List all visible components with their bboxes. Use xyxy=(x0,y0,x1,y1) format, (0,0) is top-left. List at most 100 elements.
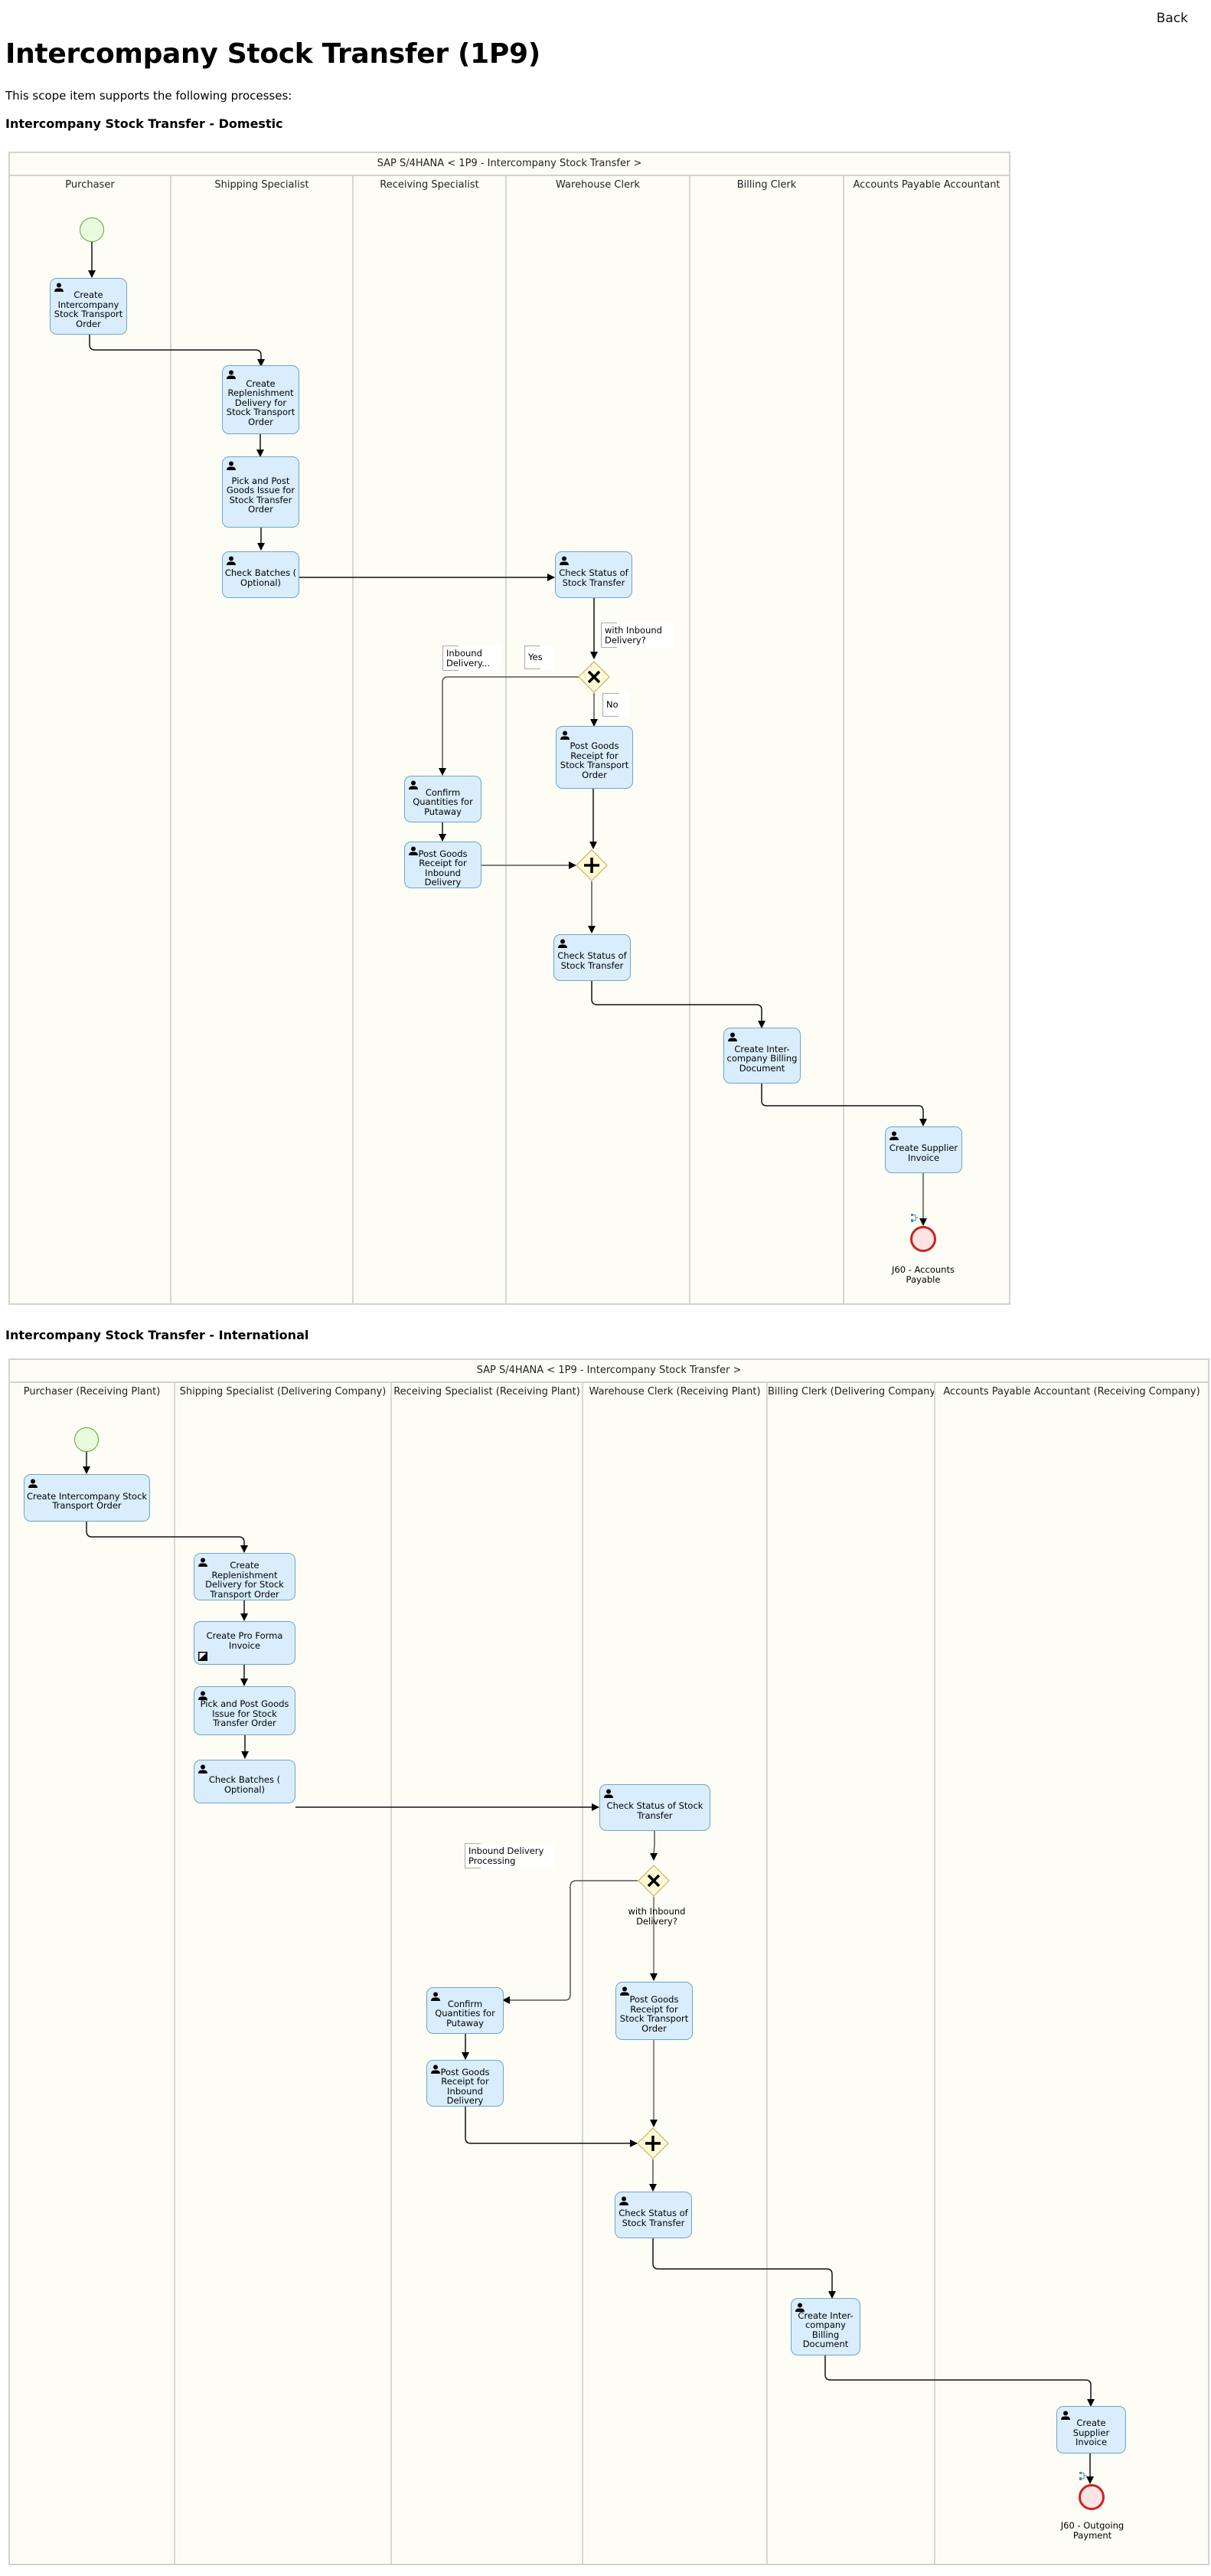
end-event[interactable] xyxy=(1079,2484,1105,2510)
task-label: Check Batches ( Optional) xyxy=(208,1774,281,1795)
gateway-label: with Inbound Delivery? xyxy=(628,1906,686,1927)
lane-label: Billing Clerk xyxy=(736,179,797,191)
pool-header: SAP S/4HANA < 1P9 - Intercompany Stock T… xyxy=(10,1360,1208,1383)
lane-label: Receiving Specialist xyxy=(380,179,479,191)
lane-label: Warehouse Clerk (Receiving Plant) xyxy=(589,1386,761,1398)
task-create-billing-document[interactable]: Create Inter- company Billing Document xyxy=(791,2298,860,2355)
task-label: Post Goods Receipt for Stock Transport O… xyxy=(619,1994,689,2034)
user-icon xyxy=(620,1986,629,1996)
task-create-replenishment-delivery[interactable]: Create Replenishment Delivery for Stock … xyxy=(222,365,299,434)
lane-accounts-payable-receiving: Accounts Payable Accountant (Receiving C… xyxy=(935,1383,1208,2564)
task-label: Check Status of Stock Transfer xyxy=(619,2208,688,2228)
exclusive-gateway[interactable] xyxy=(578,661,610,693)
task-pick-post-goods-issue[interactable]: Pick and Post Goods Issue for Stock Tran… xyxy=(194,1686,295,1735)
task-label: Create Replenishment Delivery for Stock … xyxy=(205,1560,284,1600)
task-confirm-quantities[interactable]: Confirm Quantities for Putaway xyxy=(404,776,481,822)
lane-label: Receiving Specialist (Receiving Plant) xyxy=(393,1386,580,1398)
end-event-label: J60 - Outgoing Payment xyxy=(1060,2520,1124,2541)
task-create-sto[interactable]: Create Intercompany Stock Transport Orde… xyxy=(50,278,127,335)
task-label: Pick and Post Goods Issue for Stock Tran… xyxy=(200,1698,289,1729)
task-pick-post-goods-issue[interactable]: Pick and Post Goods Issue for Stock Tran… xyxy=(222,456,299,528)
lane-purchaser: Purchaser xyxy=(10,176,171,1303)
task-create-pro-forma-invoice[interactable]: Create Pro Forma Invoice xyxy=(194,1621,295,1665)
user-icon xyxy=(619,2196,628,2205)
task-post-gr-inbound[interactable]: Post Goods Receipt for Inbound Delivery xyxy=(426,2060,504,2107)
task-check-status-stock-transfer-2[interactable]: Check Status of Stock Transfer xyxy=(615,2192,692,2238)
task-label: Check Status of Stock Transfer xyxy=(606,1800,703,1821)
user-icon xyxy=(198,1764,207,1773)
annotation-with-inbound-delivery: with Inbound Delivery? xyxy=(601,623,673,648)
task-create-supplier-invoice[interactable]: Create Supplier Invoice xyxy=(1056,2406,1126,2453)
task-label: Create Inter- company Billing Document xyxy=(798,2310,854,2349)
end-event[interactable] xyxy=(910,1226,936,1252)
back-link[interactable]: Back xyxy=(1157,11,1188,26)
task-confirm-quantities[interactable]: Confirm Quantities for Putaway xyxy=(426,1987,504,2034)
start-event[interactable] xyxy=(80,217,104,242)
annotation-no: No xyxy=(602,693,629,717)
user-icon xyxy=(227,370,236,379)
parallel-gateway[interactable] xyxy=(637,2127,669,2159)
task-label: Confirm Quantities for Putaway xyxy=(435,1998,495,2028)
pool-domestic: SAP S/4HANA < 1P9 - Intercompany Stock T… xyxy=(8,152,1010,1305)
lane-receiving-specialist: Receiving Specialist xyxy=(354,176,507,1303)
exclusive-gateway[interactable] xyxy=(638,1865,670,1897)
parallel-gateway[interactable] xyxy=(576,849,608,881)
annotation-inbound-delivery-processing: Inbound Delivery Processing xyxy=(465,1843,555,1868)
user-icon xyxy=(558,939,567,948)
task-check-batches[interactable]: Check Batches ( Optional) xyxy=(194,1760,295,1803)
task-check-status-stock-transfer[interactable]: Check Status of Stock Transfer xyxy=(599,1784,710,1831)
task-check-batches[interactable]: Check Batches ( Optional) xyxy=(222,551,299,598)
task-label: Check Batches ( Optional) xyxy=(224,567,297,588)
user-icon xyxy=(728,1032,737,1041)
user-icon xyxy=(198,1558,207,1567)
lane-label: Billing Clerk (Delivering Company) xyxy=(768,1386,934,1398)
user-icon xyxy=(1061,2411,1070,2420)
task-post-gr-sto[interactable]: Post Goods Receipt for Stock Transport O… xyxy=(556,726,633,789)
user-icon xyxy=(54,283,64,292)
lane-billing-clerk-delivering: Billing Clerk (Delivering Company) xyxy=(768,1383,935,2564)
task-label: Create Intercompany Stock Transport Orde… xyxy=(54,289,123,329)
lane-label: Shipping Specialist (Delivering Company) xyxy=(179,1386,387,1398)
lane-billing-clerk: Billing Clerk xyxy=(690,176,844,1303)
user-icon xyxy=(431,1992,440,2001)
start-event[interactable] xyxy=(74,1427,99,1452)
task-post-gr-inbound[interactable]: Post Goods Receipt for Inbound Delivery xyxy=(404,842,481,888)
user-icon xyxy=(198,1691,207,1700)
task-create-sto[interactable]: Create Intercompany Stock Transport Orde… xyxy=(24,1474,150,1522)
lane-label: Warehouse Clerk xyxy=(556,179,640,191)
task-create-billing-document[interactable]: Create Inter- company Billing Document xyxy=(723,1028,801,1084)
task-post-gr-sto[interactable]: Post Goods Receipt for Stock Transport O… xyxy=(615,1982,693,2040)
manual-task-icon xyxy=(198,1652,207,1661)
task-label: Create Intercompany Stock Transport Orde… xyxy=(26,1490,148,1511)
user-icon xyxy=(795,2303,805,2312)
task-label: Post Goods Receipt for Stock Transport O… xyxy=(560,740,629,780)
annotation-inbound-delivery: Inbound Delivery... xyxy=(442,646,501,671)
section-title-domestic: Intercompany Stock Transfer - Domestic xyxy=(5,116,283,131)
lane-receiving-specialist-receiving: Receiving Specialist (Receiving Plant) xyxy=(392,1383,583,2564)
linked-process-icon xyxy=(1079,2472,1087,2480)
page-title: Intercompany Stock Transfer (1P9) xyxy=(5,38,540,70)
task-label: Confirm Quantities for Putaway xyxy=(413,786,473,817)
task-create-supplier-invoice[interactable]: Create Supplier Invoice xyxy=(885,1126,962,1173)
intro-text: This scope item supports the following p… xyxy=(5,89,292,103)
linked-process-icon xyxy=(911,1214,919,1222)
user-icon xyxy=(560,731,570,740)
annotation-yes: Yes xyxy=(524,646,553,669)
lane-warehouse-clerk-receiving: Warehouse Clerk (Receiving Plant) xyxy=(583,1383,768,2564)
lane-shipping-specialist: Shipping Specialist xyxy=(171,176,354,1303)
task-label: Create Pro Forma Invoice xyxy=(206,1630,283,1651)
task-label: Check Status of Stock Transfer xyxy=(557,950,627,971)
task-check-status-stock-transfer-2[interactable]: Check Status of Stock Transfer xyxy=(553,934,631,981)
task-label: Create Replenishment Delivery for Stock … xyxy=(226,378,295,427)
user-icon xyxy=(409,846,418,855)
task-check-status-stock-transfer[interactable]: Check Status of Stock Transfer xyxy=(555,551,632,598)
task-create-replenishment-delivery[interactable]: Create Replenishment Delivery for Stock … xyxy=(194,1553,295,1600)
pool-international: SAP S/4HANA < 1P9 - Intercompany Stock T… xyxy=(8,1358,1209,2565)
user-icon xyxy=(604,1789,613,1798)
task-label: Create Inter- company Billing Document xyxy=(726,1043,798,1074)
lane-label: Accounts Payable Accountant xyxy=(853,179,1000,191)
user-icon xyxy=(227,556,236,565)
lane-label: Shipping Specialist xyxy=(214,179,309,191)
user-icon xyxy=(560,556,569,565)
lane-purchaser-receiving-plant: Purchaser (Receiving Plant) xyxy=(10,1383,175,2564)
